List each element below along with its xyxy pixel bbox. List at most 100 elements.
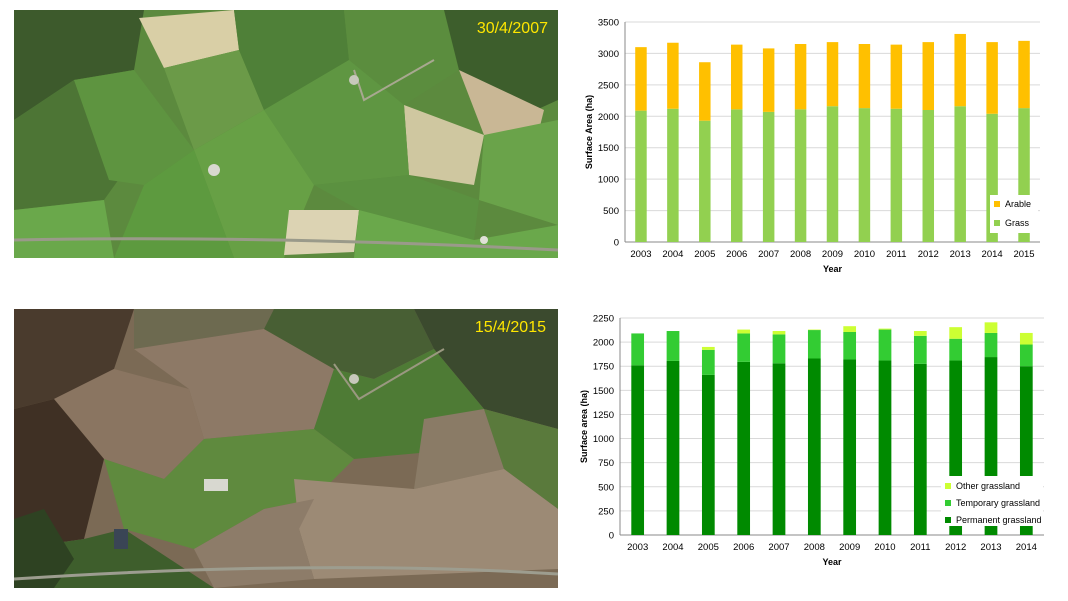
legend-swatch — [945, 483, 951, 489]
x-tick-label: 2011 — [910, 542, 930, 553]
legend-swatch — [945, 500, 951, 506]
x-tick-label: 2008 — [804, 542, 825, 553]
bar-segment-permanent-grassland — [843, 359, 857, 535]
bar-segment-temporary-grassland — [1019, 344, 1033, 367]
bar-segment-permanent-grassland — [737, 361, 751, 535]
y-tick-label: 500 — [598, 482, 614, 493]
bar-segment-permanent-grassland — [772, 363, 786, 535]
x-tick-label: 2005 — [698, 542, 719, 553]
x-tick-label: 2010 — [874, 542, 895, 553]
y-axis-label: Surface area (ha) — [579, 390, 589, 463]
x-tick-label: 2009 — [822, 249, 843, 260]
legend-swatch — [994, 201, 1000, 207]
bar-segment-permanent-grassland — [666, 360, 680, 535]
legend-swatch — [994, 220, 1000, 226]
y-tick-label: 1500 — [593, 386, 614, 397]
y-tick-label: 2500 — [598, 80, 619, 91]
bar-segment-temporary-grassland — [772, 334, 786, 364]
bar-segment-grass — [762, 111, 775, 242]
y-tick-label: 2000 — [598, 112, 619, 123]
y-tick-label: 250 — [598, 506, 614, 517]
x-tick-label: 2012 — [918, 249, 939, 260]
bar-segment-temporary-grassland — [949, 338, 963, 361]
bar-segment-other-grassland — [1019, 332, 1033, 345]
aerial-photo-2007: 30/4/2007 — [14, 10, 558, 258]
bar-segment-other-grassland — [737, 329, 751, 334]
x-tick-label: 2014 — [1016, 542, 1037, 553]
bar-segment-permanent-grassland — [701, 374, 715, 535]
bar-segment-arable — [858, 44, 871, 109]
bar-segment-permanent-grassland — [913, 363, 927, 535]
y-tick-label: 1000 — [598, 175, 619, 186]
bar-segment-arable — [986, 42, 998, 114]
bar-segment-arable — [730, 44, 743, 110]
bar-segment-permanent-grassland — [807, 358, 821, 535]
bar-segment-temporary-grassland — [843, 331, 857, 360]
y-tick-label: 3000 — [598, 49, 619, 60]
chart-arable-grass-svg: 0 500 1000 1500 2000 2500 3000 3500 2003 2004 2005… — [584, 18, 1040, 274]
chart-grassland-types: 0 250 500 750 1000 1250 1500 1750 2000 2250 2003 20… — [575, 310, 1052, 572]
x-tick-label: 2006 — [726, 249, 747, 260]
x-tick-label: 2006 — [733, 542, 754, 553]
x-tick-label: 2004 — [662, 542, 683, 553]
bar-segment-grass — [890, 108, 903, 242]
y-tick-label: 750 — [598, 458, 614, 469]
bar-segment-other-grassland — [701, 346, 715, 350]
bar-segment-arable — [922, 42, 935, 110]
bar-segment-grass — [794, 109, 807, 242]
chart-grassland-types-svg: 0 250 500 750 1000 1250 1500 1750 2000 2250 2003 20… — [579, 314, 1044, 567]
bar-segment-temporary-grassland — [807, 330, 821, 359]
legend-label: Permanent grassland — [956, 515, 1042, 525]
bar-segment-grass — [730, 109, 743, 242]
bar-segment-other-grassland — [949, 327, 963, 339]
photo-date-label: 30/4/2007 — [476, 20, 548, 37]
bar-segment-temporary-grassland — [737, 333, 751, 362]
y-tick-label: 3500 — [598, 18, 619, 29]
bar-segment-other-grassland — [843, 326, 857, 332]
x-tick-label: 2003 — [627, 542, 648, 553]
bar-segment-temporary-grassland — [666, 331, 680, 361]
aerial-photo-2015: 15/4/2015 — [14, 309, 558, 588]
bar-segment-grass — [858, 108, 871, 242]
x-tick-label: 2012 — [945, 542, 966, 553]
x-tick-label: 2009 — [839, 542, 860, 553]
legend-swatch — [945, 517, 951, 523]
legend-label: Temporary grassland — [956, 498, 1040, 508]
x-tick-label: 2011 — [886, 249, 906, 260]
bar-segment-arable — [699, 62, 711, 121]
bar-segment-temporary-grassland — [913, 335, 927, 364]
y-tick-label: 2250 — [593, 314, 614, 325]
x-tick-label: 2014 — [982, 249, 1003, 260]
x-tick-label: 2008 — [790, 249, 811, 260]
bar-segment-other-grassland — [984, 322, 998, 333]
chart-arable-grass: 0 500 1000 1500 2000 2500 3000 3500 2003 2004 2005… — [582, 12, 1052, 280]
bar-segment-arable — [826, 42, 839, 107]
bar-segment-grass — [922, 110, 935, 242]
legend-label: Arable — [1005, 199, 1031, 209]
bar-segment-temporary-grassland — [701, 349, 715, 375]
x-axis-label: Year — [822, 557, 842, 567]
y-tick-label: 0 — [609, 531, 614, 542]
bar-segment-arable — [1018, 40, 1030, 109]
y-axis-label: Surface Area (ha) — [584, 95, 594, 169]
bar-segment-arable — [667, 42, 679, 109]
bar-segment-arable — [794, 44, 807, 110]
y-tick-label: 1000 — [593, 434, 614, 445]
x-tick-label: 2013 — [980, 542, 1001, 553]
x-tick-label: 2013 — [950, 249, 971, 260]
x-tick-label: 2007 — [768, 542, 789, 553]
bar-segment-grass — [667, 108, 679, 242]
bar-segment-arable — [635, 47, 647, 111]
bar-segment-grass — [826, 106, 839, 242]
x-tick-label: 2015 — [1013, 249, 1034, 260]
bar-segment-permanent-grassland — [631, 365, 645, 535]
bar-segment-other-grassland — [772, 331, 786, 335]
y-tick-label: 1750 — [593, 362, 614, 373]
x-tick-label: 2005 — [694, 249, 715, 260]
bar-segment-grass — [699, 120, 711, 242]
bar-segment-temporary-grassland — [631, 333, 645, 366]
y-tick-label: 500 — [603, 206, 619, 217]
bar-segment-arable — [890, 44, 903, 109]
bar-segment-temporary-grassland — [878, 329, 892, 361]
bar-segment-temporary-grassland — [984, 332, 998, 358]
